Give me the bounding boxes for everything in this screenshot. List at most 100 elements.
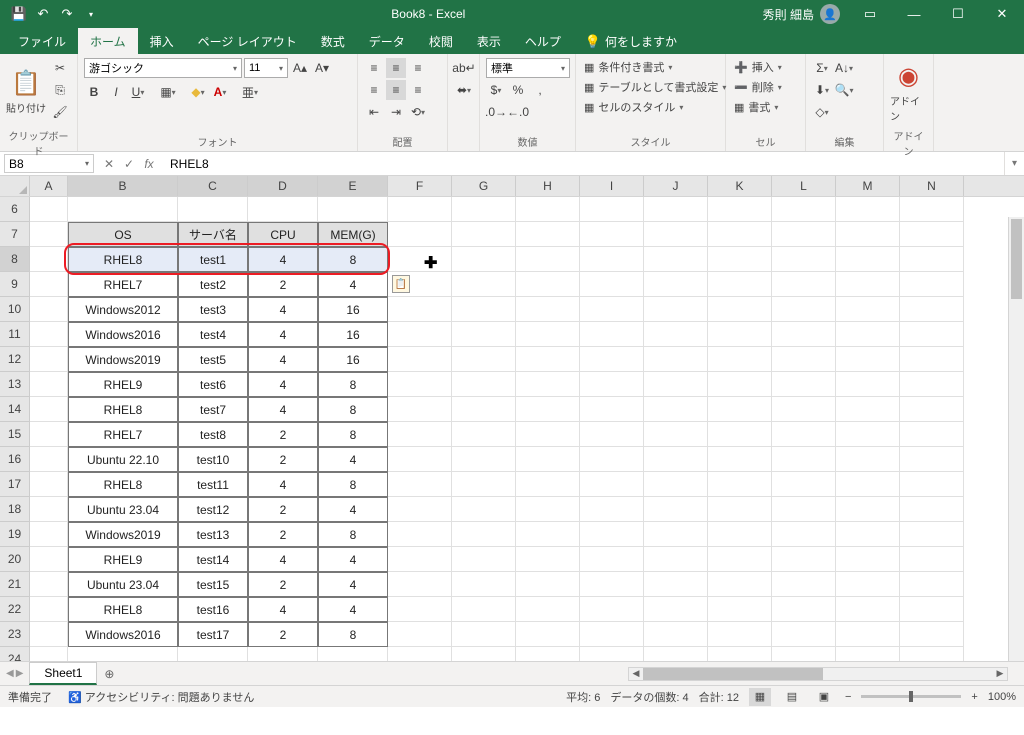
cell[interactable]: 4	[318, 272, 388, 297]
cell[interactable]	[388, 222, 452, 247]
sort-filter-icon[interactable]: A↓▾	[834, 58, 854, 78]
cell[interactable]	[452, 322, 516, 347]
cell[interactable]	[708, 347, 772, 372]
cell[interactable]	[388, 522, 452, 547]
column-header[interactable]: H	[516, 176, 580, 196]
cell[interactable]	[318, 647, 388, 661]
cell[interactable]	[580, 297, 644, 322]
cell[interactable]	[30, 447, 68, 472]
column-header[interactable]: B	[68, 176, 178, 196]
cell[interactable]: 8	[318, 247, 388, 272]
cell[interactable]	[178, 197, 248, 222]
cell[interactable]	[836, 597, 900, 622]
row-header[interactable]: 18	[0, 497, 30, 522]
cell[interactable]	[388, 572, 452, 597]
cell[interactable]	[708, 322, 772, 347]
close-icon[interactable]: ✕	[980, 0, 1024, 28]
cell[interactable]	[318, 197, 388, 222]
insert-cells-button[interactable]: ➕挿入▾	[732, 58, 784, 76]
cell[interactable]	[30, 222, 68, 247]
cell[interactable]	[580, 422, 644, 447]
cell[interactable]	[580, 547, 644, 572]
font-name-select[interactable]: 游ゴシック▾	[84, 58, 242, 78]
cell[interactable]	[900, 547, 964, 572]
vertical-scrollbar[interactable]	[1008, 217, 1024, 661]
cell[interactable]: RHEL7	[68, 422, 178, 447]
cell[interactable]	[30, 522, 68, 547]
cell[interactable]	[388, 247, 452, 272]
cell[interactable]: test10	[178, 447, 248, 472]
cell[interactable]	[388, 347, 452, 372]
cell[interactable]	[30, 497, 68, 522]
comma-icon[interactable]: ,	[530, 80, 550, 100]
cell[interactable]: CPU	[248, 222, 318, 247]
cell[interactable]	[708, 572, 772, 597]
cell[interactable]: 8	[318, 397, 388, 422]
cell[interactable]	[580, 572, 644, 597]
cell[interactable]	[388, 397, 452, 422]
cell[interactable]	[900, 397, 964, 422]
cell[interactable]	[900, 322, 964, 347]
cell[interactable]: 16	[318, 322, 388, 347]
cell[interactable]	[708, 397, 772, 422]
cell[interactable]	[580, 272, 644, 297]
cell[interactable]	[836, 322, 900, 347]
row-header[interactable]: 17	[0, 472, 30, 497]
cell[interactable]: 8	[318, 622, 388, 647]
cell[interactable]: 2	[248, 447, 318, 472]
cell[interactable]: test2	[178, 272, 248, 297]
minimize-icon[interactable]: —	[892, 0, 936, 28]
cell[interactable]: test16	[178, 597, 248, 622]
cell[interactable]	[836, 247, 900, 272]
paste-options-icon[interactable]: 📋	[392, 275, 410, 293]
cell[interactable]	[452, 522, 516, 547]
cell[interactable]	[516, 447, 580, 472]
cell[interactable]	[516, 622, 580, 647]
column-header[interactable]: C	[178, 176, 248, 196]
cell[interactable]	[644, 647, 708, 661]
cell[interactable]	[516, 347, 580, 372]
cell[interactable]	[452, 572, 516, 597]
cell[interactable]: RHEL8	[68, 472, 178, 497]
row-header[interactable]: 13	[0, 372, 30, 397]
cell[interactable]	[30, 347, 68, 372]
cell[interactable]	[388, 322, 452, 347]
cell[interactable]	[248, 197, 318, 222]
tab-help[interactable]: ヘルプ	[513, 28, 573, 54]
cell[interactable]: test14	[178, 547, 248, 572]
cell[interactable]: test15	[178, 572, 248, 597]
font-color-icon[interactable]: A▾	[210, 82, 230, 102]
row-header[interactable]: 10	[0, 297, 30, 322]
cell[interactable]	[836, 522, 900, 547]
increase-indent-icon[interactable]: ⇥	[386, 102, 406, 122]
delete-cells-button[interactable]: ➖削除▾	[732, 78, 784, 96]
cell[interactable]	[644, 447, 708, 472]
fill-icon[interactable]: ⬇▾	[812, 80, 832, 100]
row-header[interactable]: 6	[0, 197, 30, 222]
cell[interactable]	[900, 522, 964, 547]
cell[interactable]	[68, 197, 178, 222]
cell[interactable]	[836, 472, 900, 497]
cell[interactable]	[388, 422, 452, 447]
row-header[interactable]: 22	[0, 597, 30, 622]
wrap-text-icon[interactable]: ab↵	[454, 58, 474, 78]
cell[interactable]	[644, 522, 708, 547]
qat-customize-icon[interactable]: ▾	[80, 3, 102, 25]
cell[interactable]	[708, 372, 772, 397]
cell[interactable]	[708, 597, 772, 622]
cell[interactable]: 4	[248, 322, 318, 347]
cell[interactable]	[772, 247, 836, 272]
zoom-knob[interactable]	[909, 691, 913, 702]
format-cells-button[interactable]: ▦書式▾	[732, 98, 780, 116]
cell[interactable]: test17	[178, 622, 248, 647]
cell[interactable]	[516, 422, 580, 447]
undo-icon[interactable]: ↶	[32, 3, 54, 25]
cell[interactable]	[836, 222, 900, 247]
cell[interactable]: 2	[248, 497, 318, 522]
currency-icon[interactable]: $▾	[486, 80, 506, 100]
cell[interactable]	[836, 647, 900, 661]
align-left-icon[interactable]: ≡	[364, 80, 384, 100]
cell[interactable]	[772, 447, 836, 472]
cell[interactable]	[30, 247, 68, 272]
cell[interactable]: RHEL8	[68, 247, 178, 272]
